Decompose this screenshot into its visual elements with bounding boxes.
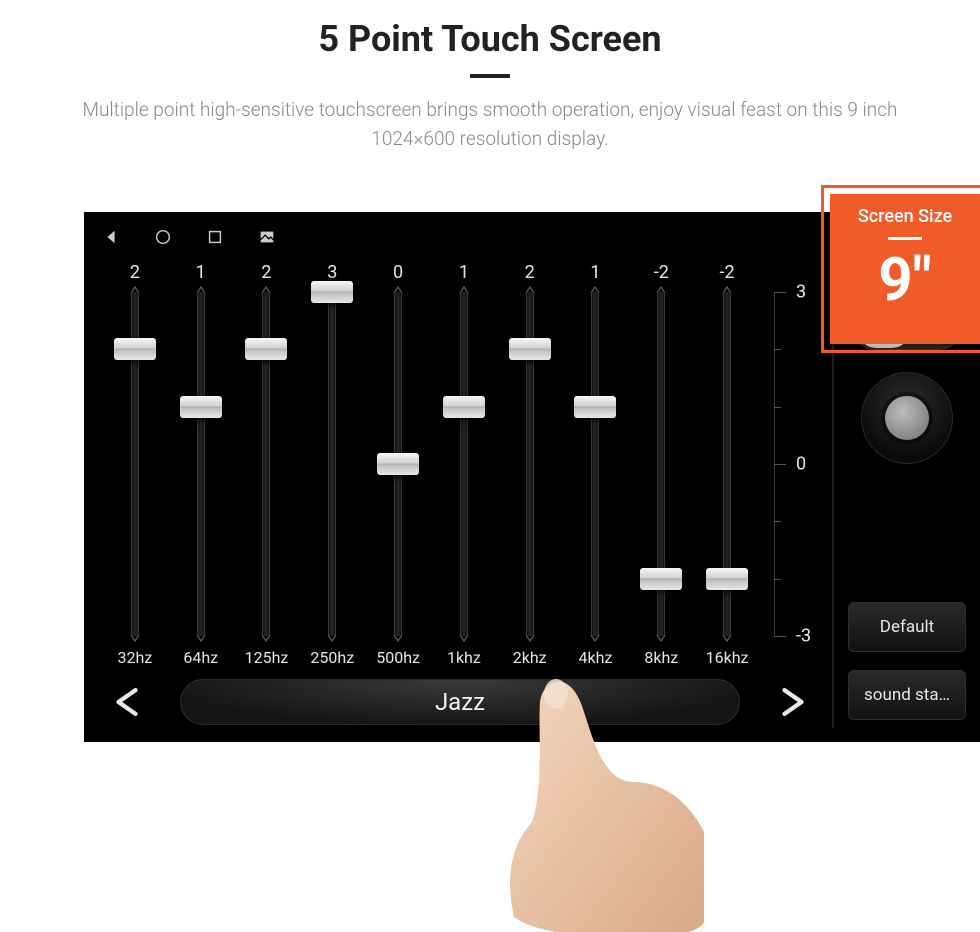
eq-band-thumb[interactable] bbox=[640, 568, 682, 590]
badge-value: 9" bbox=[830, 250, 980, 310]
eq-band: 3250hz bbox=[299, 262, 365, 672]
eq-scale: 3 0 -3 bbox=[766, 292, 818, 636]
eq-band-slider[interactable] bbox=[574, 292, 616, 636]
sound-stage-button-label: sound sta… bbox=[864, 685, 950, 705]
default-button[interactable]: Default bbox=[848, 602, 966, 652]
eq-band: 0500hz bbox=[365, 262, 431, 672]
eq-band-slider[interactable] bbox=[443, 292, 485, 636]
eq-band-thumb[interactable] bbox=[180, 396, 222, 418]
equalizer-area: 232hz164hz2125hz3250hz0500hz11khz22khz14… bbox=[102, 262, 818, 672]
eq-band-thumb[interactable] bbox=[114, 338, 156, 360]
eq-band-freq: 8khz bbox=[644, 648, 678, 672]
preset-bar: Jazz bbox=[102, 676, 818, 728]
back-icon[interactable] bbox=[102, 228, 120, 246]
eq-band: 22khz bbox=[497, 262, 563, 672]
eq-band-freq: 16khz bbox=[706, 648, 749, 672]
eq-band-thumb[interactable] bbox=[377, 453, 419, 475]
eq-band-thumb[interactable] bbox=[509, 338, 551, 360]
home-icon[interactable] bbox=[154, 228, 172, 246]
eq-band-slider[interactable] bbox=[509, 292, 551, 636]
preset-label: Jazz bbox=[435, 688, 485, 716]
eq-band: 232hz bbox=[102, 262, 168, 672]
gallery-icon[interactable] bbox=[258, 228, 276, 246]
eq-band-thumb[interactable] bbox=[574, 396, 616, 418]
sound-stage-button[interactable]: sound sta… bbox=[848, 670, 966, 720]
eq-band: 164hz bbox=[168, 262, 234, 672]
eq-band-slider[interactable] bbox=[377, 292, 419, 636]
eq-band: 2125hz bbox=[234, 262, 300, 672]
eq-band: -28khz bbox=[628, 262, 694, 672]
eq-band-freq: 2khz bbox=[513, 648, 547, 672]
eq-band-freq: 64hz bbox=[183, 648, 218, 672]
eq-band-slider[interactable] bbox=[245, 292, 287, 636]
scale-mid: 0 bbox=[796, 454, 806, 475]
eq-band-slider[interactable] bbox=[180, 292, 222, 636]
eq-band-freq: 250hz bbox=[310, 648, 354, 672]
eq-band: 11khz bbox=[431, 262, 497, 672]
volume-dial[interactable] bbox=[861, 372, 953, 464]
eq-band-thumb[interactable] bbox=[245, 338, 287, 360]
eq-band-freq: 500hz bbox=[376, 648, 420, 672]
preset-next-button[interactable] bbox=[768, 677, 818, 727]
eq-band-thumb[interactable] bbox=[706, 568, 748, 590]
eq-band-slider[interactable] bbox=[311, 292, 353, 636]
eq-band-slider[interactable] bbox=[706, 292, 748, 636]
page-subtitle: Multiple point high-sensitive touchscree… bbox=[0, 96, 980, 179]
screen-size-badge: Screen Size 9" bbox=[830, 194, 980, 344]
eq-band-freq: 1khz bbox=[447, 648, 481, 672]
recents-icon[interactable] bbox=[206, 228, 224, 246]
preset-prev-button[interactable] bbox=[102, 677, 152, 727]
preset-button[interactable]: Jazz bbox=[180, 679, 740, 725]
eq-band-freq: 32hz bbox=[118, 648, 153, 672]
eq-band-freq: 4khz bbox=[579, 648, 613, 672]
eq-band-slider[interactable] bbox=[640, 292, 682, 636]
badge-label: Screen Size bbox=[830, 206, 980, 227]
title-underline bbox=[470, 74, 510, 78]
eq-band: 14khz bbox=[563, 262, 629, 672]
scale-max: 3 bbox=[796, 282, 806, 303]
eq-band: -216khz bbox=[694, 262, 760, 672]
eq-band-thumb[interactable] bbox=[311, 281, 353, 303]
eq-band-freq: 125hz bbox=[245, 648, 289, 672]
default-button-label: Default bbox=[880, 617, 934, 637]
page-title: 5 Point Touch Screen bbox=[0, 18, 980, 60]
eq-band-thumb[interactable] bbox=[443, 396, 485, 418]
scale-min: -3 bbox=[796, 626, 811, 647]
eq-band-slider[interactable] bbox=[114, 292, 156, 636]
